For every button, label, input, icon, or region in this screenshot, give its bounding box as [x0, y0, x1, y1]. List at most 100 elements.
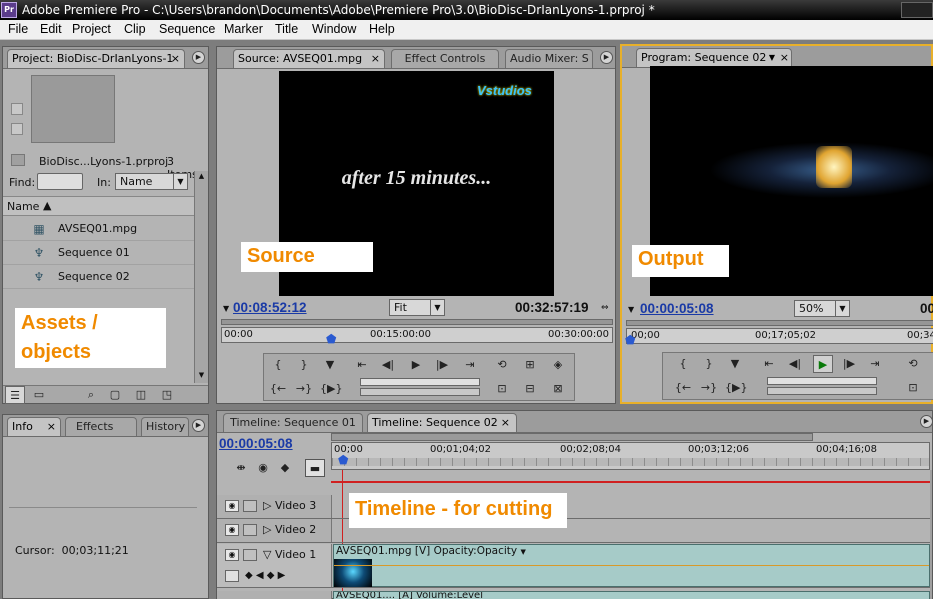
tab-history[interactable]: History [141, 417, 189, 436]
insert-icon[interactable]: ⊡ [492, 380, 512, 398]
menu-sequence[interactable]: Sequence [159, 22, 215, 36]
column-name[interactable]: Name [7, 200, 39, 213]
list-item[interactable]: ▦ AVSEQ01.mpg [3, 217, 194, 241]
scroll-up-icon[interactable]: ▲ [196, 172, 207, 183]
timeline-scrollbar[interactable] [930, 470, 932, 599]
lift-icon[interactable]: ⊡ [903, 379, 923, 397]
snap-icon[interactable]: ⇼ [231, 459, 251, 477]
output-icon[interactable]: ◈ [548, 356, 568, 374]
safe-margins-icon[interactable]: ⊞ [520, 356, 540, 374]
source-timecode[interactable]: 00:08:52:12 [233, 300, 307, 315]
chevron-down-icon[interactable]: ▼ [520, 548, 525, 556]
thumbnail-play-icon[interactable] [11, 103, 23, 115]
tab-info[interactable]: Info × [7, 417, 61, 436]
jog-disk[interactable] [360, 388, 480, 396]
zoom-select[interactable]: 50% ▼ [794, 300, 850, 317]
tab-source[interactable]: Source: AVSEQ01.mpg × [233, 49, 385, 68]
close-icon[interactable]: × [47, 418, 56, 436]
panel-menu-icon[interactable]: ▶ [192, 51, 205, 64]
tab-program[interactable]: Program: Sequence 02 ▼ × [636, 48, 792, 67]
tab-effects[interactable]: Effects [65, 417, 137, 436]
chevron-down-icon[interactable]: ▼ [769, 49, 775, 67]
program-zoom-bar[interactable] [626, 320, 933, 326]
lock-icon[interactable] [243, 549, 257, 561]
menu-edit[interactable]: Edit [40, 22, 62, 36]
step-forward-icon[interactable]: |▶ [839, 355, 859, 373]
lock-icon[interactable] [243, 500, 257, 512]
timeline-zoom-bar[interactable] [331, 433, 813, 441]
list-view-icon[interactable]: ☰ [5, 386, 25, 404]
panel-menu-icon[interactable]: ▶ [920, 415, 933, 428]
close-icon[interactable]: × [171, 50, 180, 68]
source-time-ruler[interactable]: 00:00 00:15:00:00 00:30:00:00 ⬟ [221, 327, 613, 346]
keyframe-navigator[interactable]: ◆ ◀ ◆ ▶ [245, 570, 285, 581]
go-to-previous-marker-icon[interactable]: {← [268, 380, 288, 398]
tab-timeline-sequence-01[interactable]: Timeline: Sequence 01 [223, 413, 363, 432]
list-item[interactable]: ♆ Sequence 01 [3, 241, 194, 265]
tab-project[interactable]: Project: BioDisc-DrIanLyons-1 × [7, 49, 185, 68]
mark-in-icon[interactable]: { [268, 356, 288, 374]
step-back-icon[interactable]: ◀| [378, 356, 398, 374]
audio-clip[interactable]: AVSEQ01.... [A] Volume:Level [333, 591, 930, 599]
tab-timeline-sequence-02[interactable]: Timeline: Sequence 02 × [367, 413, 517, 432]
close-icon[interactable]: × [371, 50, 380, 68]
menu-marker[interactable]: Marker [224, 22, 263, 36]
eye-icon[interactable]: ◉ [225, 549, 239, 561]
play-icon[interactable]: ▶ [406, 356, 426, 374]
menu-window[interactable]: Window [312, 22, 356, 36]
opacity-line[interactable] [334, 565, 929, 566]
find-input[interactable] [37, 173, 83, 190]
go-to-next-marker-icon[interactable]: →} [699, 379, 719, 397]
set-marker-icon[interactable]: ▼ [725, 355, 745, 373]
overlay-icon[interactable]: ⊟ [520, 380, 540, 398]
menu-file[interactable]: File [8, 22, 28, 36]
shuttle-slider[interactable] [360, 378, 480, 386]
loop-icon[interactable]: ⟲ [903, 355, 923, 373]
step-back-icon[interactable]: ◀| [785, 355, 805, 373]
scroll-down-icon[interactable]: ▼ [196, 371, 207, 382]
go-to-in-icon[interactable]: ⇤ [352, 356, 372, 374]
collapse-triangle-icon[interactable]: ▼ [628, 305, 634, 314]
program-timecode[interactable]: 00:00:05:08 [640, 301, 714, 316]
fit-select[interactable]: Fit ▼ [389, 299, 445, 316]
set-marker-icon[interactable]: ▼ [320, 356, 340, 374]
source-zoom-bar[interactable] [221, 319, 613, 325]
mark-out-icon[interactable]: } [294, 356, 314, 374]
icon-view-icon[interactable]: ▭ [29, 386, 49, 404]
clear-icon[interactable]: ◳ [157, 386, 177, 404]
find-icon[interactable]: ⌕ [81, 386, 101, 404]
keyframe-icon[interactable]: ◆ [275, 459, 295, 477]
video-clip[interactable]: AVSEQ01.mpg [V] Opacity:Opacity ▼ [333, 544, 930, 587]
collapse-triangle-icon[interactable]: ▼ [223, 304, 229, 313]
display-style-icon[interactable] [225, 570, 239, 582]
go-to-previous-marker-icon[interactable]: {← [673, 379, 693, 397]
expand-triangle-icon[interactable]: ▷ [263, 523, 271, 536]
menu-help[interactable]: Help [369, 22, 395, 36]
panel-menu-icon[interactable]: ▶ [192, 419, 205, 432]
play-in-to-out-icon[interactable]: {▶} [725, 379, 747, 397]
close-icon[interactable]: × [501, 414, 510, 432]
playhead-icon[interactable]: ⬟ [338, 453, 348, 467]
go-to-next-marker-icon[interactable]: →} [294, 380, 314, 398]
take-audio-video-icon[interactable]: ⊠ [548, 380, 568, 398]
settings-icon[interactable]: ⇔ [601, 303, 609, 313]
menu-title[interactable]: Title [275, 22, 298, 36]
step-forward-icon[interactable]: |▶ [432, 356, 452, 374]
work-area-icon[interactable]: ▬ [305, 459, 325, 477]
new-item-icon[interactable]: ◫ [131, 386, 151, 404]
tab-audio-mixer[interactable]: Audio Mixer: S [505, 49, 593, 68]
tab-effect-controls[interactable]: Effect Controls [391, 49, 499, 68]
mark-out-icon[interactable]: } [699, 355, 719, 373]
panel-menu-icon[interactable]: ▶ [600, 51, 613, 64]
mark-in-icon[interactable]: { [673, 355, 693, 373]
go-to-previous-edit-icon[interactable]: ⇤ [759, 355, 779, 373]
window-controls[interactable] [901, 2, 933, 18]
collapse-triangle-icon[interactable]: ▽ [263, 548, 271, 561]
program-time-ruler[interactable]: 00;00 00;17;05;02 00;34 ⬟ [625, 328, 933, 347]
shuttle-slider[interactable] [767, 377, 877, 385]
thumbnail-poster-icon[interactable] [11, 123, 23, 135]
go-to-out-icon[interactable]: ⇥ [460, 356, 480, 374]
list-item[interactable]: ♆ Sequence 02 [3, 265, 194, 289]
menu-clip[interactable]: Clip [124, 22, 146, 36]
eye-icon[interactable]: ◉ [225, 524, 239, 536]
